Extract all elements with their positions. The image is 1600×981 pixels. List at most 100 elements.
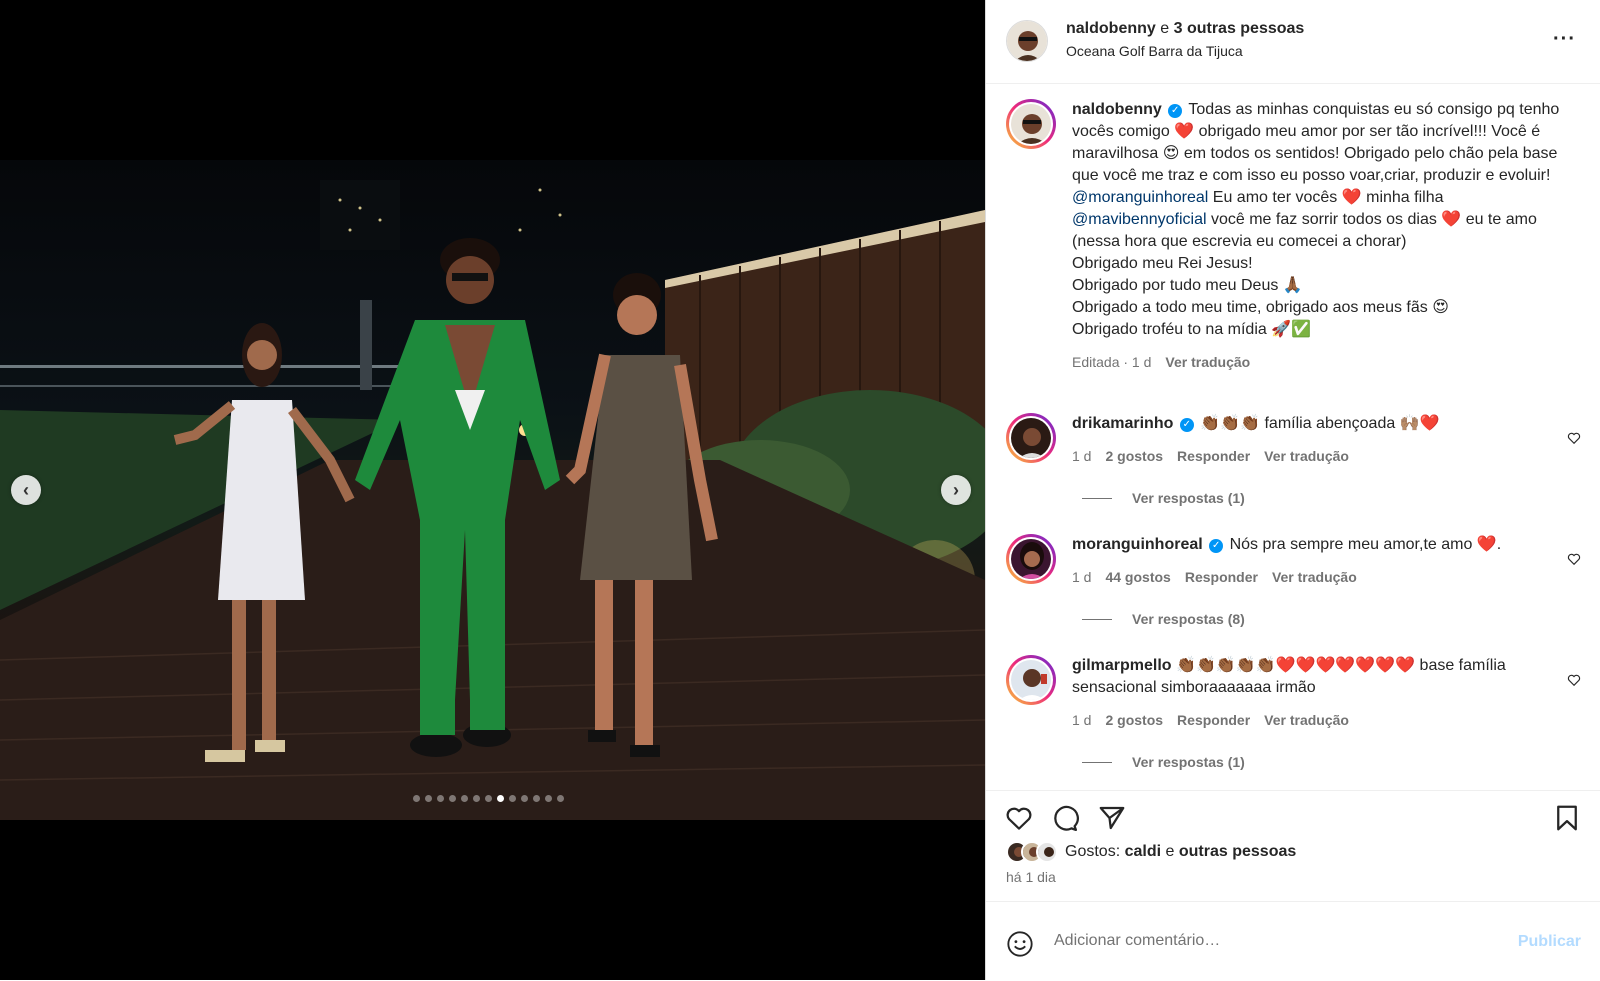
replies-divider xyxy=(1082,497,1112,499)
reply-button[interactable]: Responder xyxy=(1185,566,1258,588)
avatar-image xyxy=(1011,418,1051,458)
comment-likes-link[interactable]: 2 gostos xyxy=(1105,445,1163,467)
like-heart-icon[interactable] xyxy=(1004,803,1034,833)
view-replies-label: Ver respostas (8) xyxy=(1132,611,1245,627)
comment-bubble-icon[interactable] xyxy=(1049,803,1079,833)
avatar-image xyxy=(1011,104,1051,144)
liker-avatar xyxy=(1036,841,1058,863)
header-joiner: e xyxy=(1160,20,1170,37)
carousel-next-button[interactable]: › xyxy=(941,475,971,505)
comment-meta: 1 d 44 gostos Responder Ver tradução xyxy=(1072,566,1581,588)
liker-name[interactable]: caldi xyxy=(1125,843,1161,860)
likes-summary[interactable]: Gostos: caldi e outras pessoas xyxy=(1006,841,1296,863)
caption-username[interactable]: naldobenny xyxy=(1072,101,1162,118)
avatar-image xyxy=(1011,539,1051,579)
carousel-dot xyxy=(557,795,564,802)
header-text: naldobenny e 3 outras pessoas Oceana Gol… xyxy=(1066,20,1304,59)
comment-time: 1 d xyxy=(1072,712,1092,728)
mention-link[interactable]: @moranguinhoreal xyxy=(1072,189,1208,206)
comment-text: 👏🏾👏🏾👏🏾 família abençoada 🙌🏽❤️ xyxy=(1200,415,1440,432)
caption-line: Obrigado meu Rei Jesus! xyxy=(1072,255,1253,272)
caption-edited-time: Editada · 1 d xyxy=(1072,354,1152,370)
caption-part: você me faz sorrir todos os dias xyxy=(1210,211,1437,228)
replies-divider xyxy=(1082,761,1112,763)
comment-like-icon[interactable] xyxy=(1567,673,1581,687)
caption-line: Obrigado a todo meu time, obrigado aos m… xyxy=(1072,299,1449,316)
caption-meta: Editada · 1 d Ver tradução xyxy=(1072,351,1581,373)
comment-time: 1 d xyxy=(1072,569,1092,585)
carousel-dot xyxy=(413,795,420,802)
more-options-icon[interactable]: ··· xyxy=(1553,28,1576,51)
commenter-avatar[interactable] xyxy=(1006,534,1056,584)
comment-input[interactable] xyxy=(1054,932,1474,950)
photo-illustration xyxy=(0,180,985,820)
comment-username[interactable]: moranguinhoreal xyxy=(1072,536,1203,553)
post-time[interactable]: há 1 dia xyxy=(1006,869,1056,885)
comment-item: gilmarpmello 👏🏾👏🏾👏🏾👏🏾👏🏾❤️❤️❤️❤️❤️❤️❤️ ba… xyxy=(1006,655,1581,773)
commenter-avatar[interactable] xyxy=(1006,413,1056,463)
comment-item: moranguinhoreal ✓ Nós pra sempre meu amo… xyxy=(1006,534,1581,630)
carousel-dot xyxy=(485,795,492,802)
reply-button[interactable]: Responder xyxy=(1177,709,1250,731)
publish-button[interactable]: Publicar xyxy=(1518,933,1581,951)
comment-meta: 1 d 2 gostos Responder Ver tradução xyxy=(1072,445,1581,467)
comment-item: drikamarinho ✓ 👏🏾👏🏾👏🏾 família abençoada … xyxy=(1006,413,1581,509)
post-photo[interactable] xyxy=(0,160,985,820)
caption-part: minha filha xyxy=(1366,189,1444,206)
view-replies-button[interactable]: Ver respostas (1) xyxy=(1082,487,1581,509)
bookmark-icon[interactable] xyxy=(1552,803,1582,833)
author-avatar[interactable] xyxy=(1006,20,1048,62)
comment-likes-link[interactable]: 44 gostos xyxy=(1105,566,1170,588)
caption-text: naldobenny ✓ Todas as minhas conquistas … xyxy=(1072,99,1581,373)
carousel-dot xyxy=(521,795,528,802)
view-replies-label: Ver respostas (1) xyxy=(1132,490,1245,506)
comment-username[interactable]: gilmarpmello xyxy=(1072,657,1172,674)
comment-like-icon[interactable] xyxy=(1567,431,1581,445)
caption-line: Obrigado troféu to na mídia 🚀✅ xyxy=(1072,321,1312,338)
commenter-avatar[interactable] xyxy=(1006,655,1056,705)
carousel-prev-button[interactable]: ‹ xyxy=(11,475,41,505)
post-actions: Gostos: caldi e outras pessoas há 1 dia … xyxy=(986,790,1600,980)
heart-eyes-emoji: 😍 xyxy=(1162,145,1180,162)
collaborators-link[interactable]: 3 outras pessoas xyxy=(1174,20,1305,37)
share-send-icon[interactable] xyxy=(1097,803,1127,833)
comment-username[interactable]: drikamarinho xyxy=(1072,415,1173,432)
carousel-dot xyxy=(461,795,468,802)
carousel-dot xyxy=(497,795,504,802)
carousel-indicator xyxy=(413,795,564,802)
emoji-picker-icon[interactable] xyxy=(1006,930,1034,958)
chevron-right-icon: › xyxy=(953,479,959,500)
post-caption: naldobenny ✓ Todas as minhas conquistas … xyxy=(1006,99,1581,373)
avatar-image xyxy=(1007,21,1047,61)
comment-like-icon[interactable] xyxy=(1567,552,1581,566)
author-username[interactable]: naldobenny xyxy=(1066,20,1156,37)
view-replies-button[interactable]: Ver respostas (1) xyxy=(1082,751,1581,773)
caption-translate-link[interactable]: Ver tradução xyxy=(1165,351,1250,373)
caption-avatar[interactable] xyxy=(1006,99,1056,149)
verified-badge-icon: ✓ xyxy=(1209,539,1224,553)
likes-text: Gostos: caldi e outras pessoas xyxy=(1065,843,1296,861)
comment-body: drikamarinho ✓ 👏🏾👏🏾👏🏾 família abençoada … xyxy=(1072,413,1581,509)
post-location[interactable]: Oceana Golf Barra da Tijuca xyxy=(1066,43,1304,59)
chevron-left-icon: ‹ xyxy=(23,479,29,500)
carousel-dot xyxy=(437,795,444,802)
comment-likes-link[interactable]: 2 gostos xyxy=(1105,709,1163,731)
verified-badge-icon: ✓ xyxy=(1179,418,1194,432)
comment-composer: Publicar xyxy=(986,901,1600,981)
likes-prefix: Gostos: xyxy=(1065,843,1121,860)
replies-divider xyxy=(1082,618,1112,620)
post-media: ‹ › xyxy=(0,0,985,980)
mention-link[interactable]: @mavibennyoficial xyxy=(1072,211,1207,228)
likes-others-link[interactable]: outras pessoas xyxy=(1179,843,1296,860)
translate-link[interactable]: Ver tradução xyxy=(1264,709,1349,731)
header-authors: naldobenny e 3 outras pessoas xyxy=(1066,20,1304,38)
heart-emoji: ❤️ xyxy=(1441,211,1462,228)
reply-button[interactable]: Responder xyxy=(1177,445,1250,467)
comment-body: moranguinhoreal ✓ Nós pra sempre meu amo… xyxy=(1072,534,1581,630)
translate-link[interactable]: Ver tradução xyxy=(1272,566,1357,588)
view-replies-button[interactable]: Ver respostas (8) xyxy=(1082,608,1581,630)
verified-badge-icon: ✓ xyxy=(1168,104,1183,118)
carousel-dot xyxy=(545,795,552,802)
comment-time: 1 d xyxy=(1072,448,1092,464)
translate-link[interactable]: Ver tradução xyxy=(1264,445,1349,467)
